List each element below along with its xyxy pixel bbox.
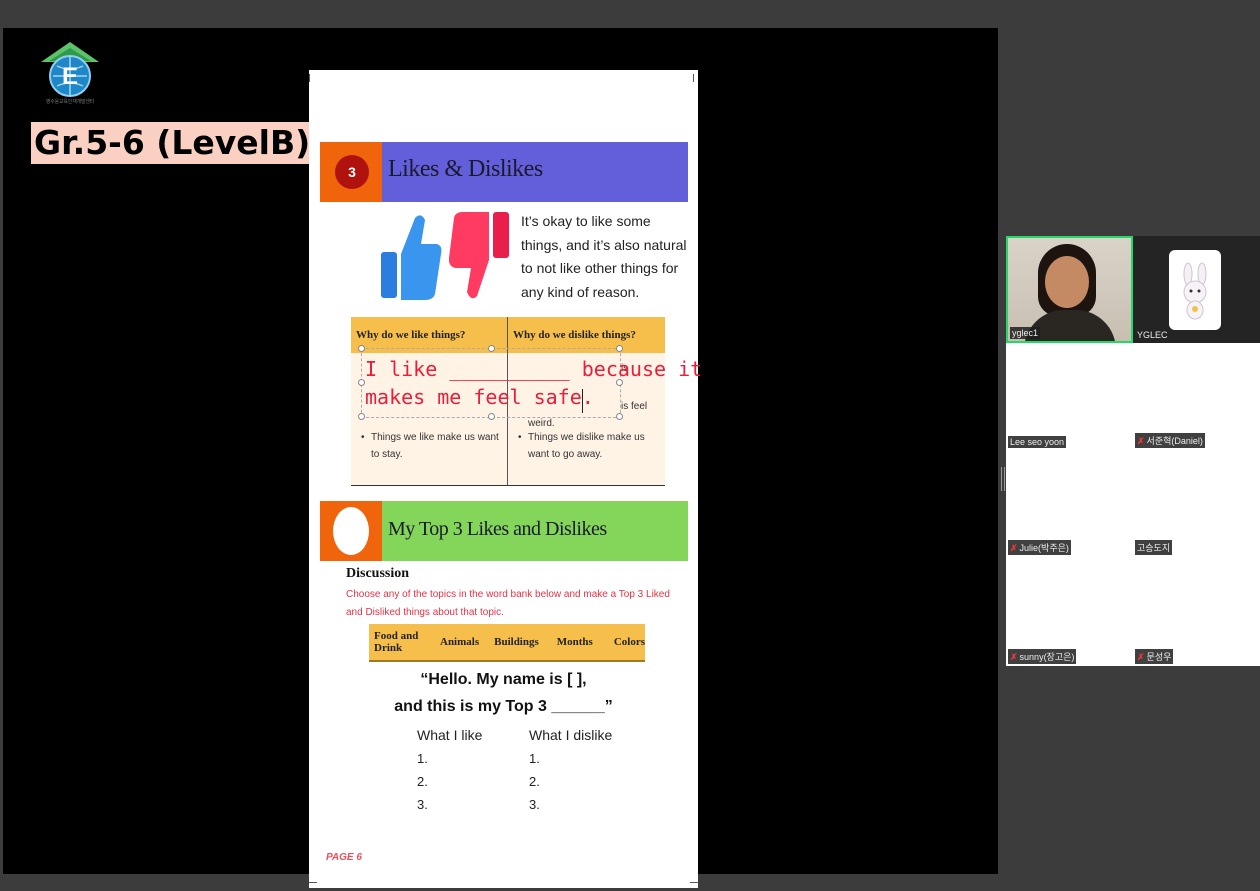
thumbs-down-icon bbox=[448, 210, 511, 304]
word-bank-item: Buildings bbox=[494, 636, 539, 648]
participant-tile[interactable]: yglec1 bbox=[1006, 236, 1133, 343]
participant-name: 서준혁(Daniel) bbox=[1146, 436, 1203, 446]
text-box-line[interactable]: makes me feel safe. bbox=[365, 385, 594, 409]
muted-mic-icon: ✗ bbox=[1137, 436, 1145, 446]
prompt-line: “Hello. My name is [ ], bbox=[420, 671, 587, 688]
section-intro-text: It’s okay to like some things, and it’s … bbox=[521, 213, 687, 300]
discussion-heading: Discussion bbox=[346, 566, 410, 581]
section-title: Likes & Dislikes bbox=[388, 156, 543, 182]
participant-name: sunny(장고은) bbox=[1019, 652, 1075, 662]
participant-tile[interactable]: ✗ 문성우 bbox=[1133, 557, 1260, 666]
participant-name-muted: ✗ 문성우 bbox=[1135, 649, 1174, 664]
participant-name-muted: ✗ Julie(박주은) bbox=[1008, 540, 1071, 555]
participant-tile[interactable]: ✗ 서준혁(Daniel) bbox=[1133, 343, 1260, 450]
grade-label: Gr.5-6 (LevelB) bbox=[31, 122, 314, 164]
muted-mic-icon: ✗ bbox=[1137, 652, 1145, 662]
participant-tile[interactable]: YGLEC bbox=[1133, 236, 1260, 343]
shared-screen: E 영수윤교육인재개발센터 Gr.5-6 (LevelB) 3 Likes & … bbox=[3, 28, 998, 888]
participant-name-muted: ✗ 서준혁(Daniel) bbox=[1135, 433, 1205, 448]
participant-tile[interactable]: Lee seo yoon bbox=[1006, 343, 1133, 450]
text-box-line[interactable]: I like __________ because it bbox=[365, 357, 702, 381]
participant-tile[interactable]: ✗ Julie(박주은) bbox=[1006, 450, 1133, 557]
discussion-description: Choose any of the topics in the word ban… bbox=[346, 589, 670, 618]
dislike-item: 1. bbox=[529, 751, 540, 766]
participant-name: YGLEC bbox=[1137, 330, 1168, 340]
section-number-circle bbox=[333, 507, 369, 555]
crop-mark bbox=[309, 882, 317, 883]
word-bank-item: Months bbox=[556, 636, 593, 648]
resize-handle[interactable] bbox=[616, 345, 623, 352]
svg-text:E: E bbox=[62, 63, 78, 90]
thumbs-up-icon bbox=[379, 210, 443, 302]
panel-splitter-handle[interactable] bbox=[1001, 467, 1005, 491]
section-number-block: 3 bbox=[320, 142, 382, 202]
section-title-bar: Likes & Dislikes bbox=[382, 142, 688, 202]
section-number: 3 bbox=[335, 155, 369, 189]
section-title: My Top 3 Likes and Dislikes bbox=[388, 518, 607, 540]
resize-handle[interactable] bbox=[488, 413, 495, 420]
resize-handle[interactable] bbox=[358, 379, 365, 386]
participant-video-face bbox=[1045, 256, 1089, 308]
participant-tile[interactable]: 고승도지 bbox=[1133, 450, 1260, 557]
participant-name: Lee seo yoon bbox=[1008, 436, 1067, 448]
section-number-block bbox=[320, 501, 382, 561]
word-bank-item: Animals bbox=[440, 636, 480, 648]
crop-mark bbox=[693, 74, 694, 82]
section-header-top3: My Top 3 Likes and Dislikes bbox=[320, 501, 688, 561]
like-item: 2. bbox=[417, 774, 428, 789]
resize-handle[interactable] bbox=[616, 413, 623, 420]
section-title-bar: My Top 3 Likes and Dislikes bbox=[382, 501, 688, 561]
dislike-column-header: What I dislike bbox=[529, 727, 613, 743]
prompt-line: and this is my Top 3 ______” bbox=[394, 698, 613, 715]
page-number: PAGE 6 bbox=[326, 852, 362, 863]
table-cell-fragment: is feel bbox=[621, 401, 648, 412]
dislike-item: 3. bbox=[529, 797, 540, 812]
academy-logo-icon: E bbox=[35, 40, 105, 106]
participant-name: 고승도지 bbox=[1135, 540, 1173, 555]
document-page: 3 Likes & Dislikes It’s okay to like som… bbox=[309, 70, 702, 888]
resize-handle[interactable] bbox=[358, 413, 365, 420]
editable-text-box[interactable]: I like __________ because it makes me fe… bbox=[358, 345, 702, 420]
word-bank-item: Colors bbox=[613, 636, 645, 648]
word-bank: Food and Drink Animals Buildings Months … bbox=[369, 624, 645, 662]
participant-gallery: yglec1 YGLEC Lee seo yoon ✗ 서준혁(Daniel) ✗… bbox=[1006, 236, 1260, 666]
participant-name: Julie(박주은) bbox=[1019, 543, 1069, 553]
muted-mic-icon: ✗ bbox=[1010, 652, 1018, 662]
table-bullet-like: Things we like make us want to stay. bbox=[361, 429, 501, 463]
like-item: 3. bbox=[417, 797, 428, 812]
resize-handle[interactable] bbox=[616, 379, 623, 386]
participant-tile[interactable]: ✗ sunny(장고은) bbox=[1006, 557, 1133, 666]
section-header-likes: 3 Likes & Dislikes bbox=[320, 142, 688, 202]
crop-mark bbox=[690, 882, 698, 883]
logo-caption: 영수윤교육인재개발센터 bbox=[45, 99, 95, 105]
table-bullet-dislike: Things we dislike make us want to go awa… bbox=[518, 429, 662, 463]
resize-handle[interactable] bbox=[488, 345, 495, 352]
dislike-item: 2. bbox=[529, 774, 540, 789]
participant-video bbox=[1008, 238, 1131, 341]
participant-name: 문성우 bbox=[1146, 652, 1172, 662]
resize-handle[interactable] bbox=[358, 345, 365, 352]
like-item: 1. bbox=[417, 751, 428, 766]
muted-mic-icon: ✗ bbox=[1010, 543, 1018, 553]
table-cell-fragment: weird. bbox=[528, 418, 555, 429]
participant-name-muted: ✗ sunny(장고은) bbox=[1008, 649, 1077, 664]
bunny-avatar-icon bbox=[1169, 250, 1221, 330]
like-column-header: What I like bbox=[417, 727, 483, 743]
crop-mark bbox=[309, 74, 310, 82]
participant-name: yglec1 bbox=[1010, 327, 1041, 339]
text-cursor bbox=[582, 389, 583, 413]
word-bank-item: Food and Drink bbox=[374, 630, 419, 654]
